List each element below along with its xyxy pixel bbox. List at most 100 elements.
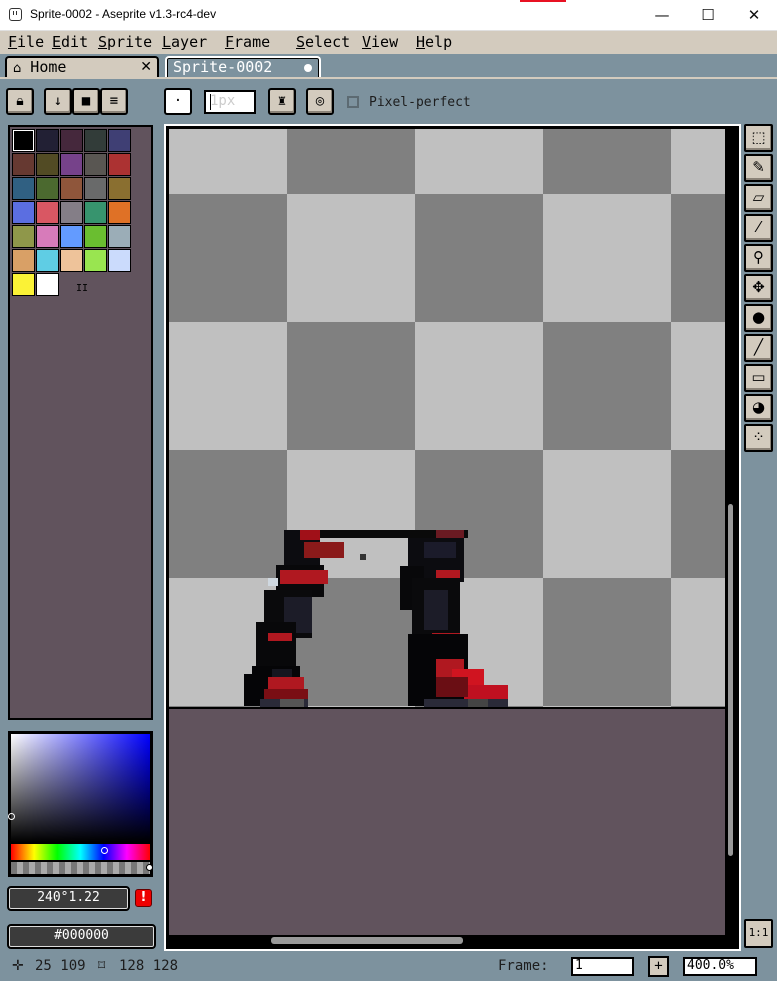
arrow-down-icon: ↓	[53, 93, 63, 109]
palette-swatch[interactable]	[60, 153, 83, 176]
palette-swatch[interactable]	[12, 249, 35, 272]
palette-swatch[interactable]	[84, 249, 107, 272]
hue-marker[interactable]	[101, 847, 108, 854]
hsv-field[interactable]: 240°1.22	[7, 886, 130, 911]
blur-tool[interactable]: ◕	[744, 394, 773, 422]
hue-slider[interactable]	[11, 844, 150, 860]
palette-swatch[interactable]	[12, 129, 35, 152]
spray-icon: ⁘	[752, 428, 765, 446]
menu-edit[interactable]: Edit	[52, 33, 88, 51]
palette-swatch[interactable]	[60, 225, 83, 248]
alpha-slider[interactable]	[11, 862, 150, 874]
palette-swatch[interactable]	[36, 249, 59, 272]
modified-dot-icon[interactable]	[304, 64, 312, 72]
magnifier-icon: ⚲	[753, 248, 764, 266]
eraser-icon: ▱	[752, 188, 765, 206]
horizontal-scrollbar[interactable]	[271, 937, 463, 944]
tab-sprite-label: Sprite-0002	[173, 58, 273, 76]
alpha-marker[interactable]	[146, 864, 153, 871]
palette-swatch[interactable]	[36, 273, 59, 296]
menu-select[interactable]: Select	[296, 33, 350, 51]
vertical-scrollbar[interactable]	[728, 504, 733, 856]
palette-swatch[interactable]	[12, 225, 35, 248]
palette-swatch[interactable]	[108, 129, 131, 152]
tab-sprite[interactable]: Sprite-0002	[165, 56, 321, 79]
palette-panel: II	[8, 125, 153, 720]
crosshair-icon: ✛	[12, 958, 24, 974]
menu-frame[interactable]: Frame	[225, 33, 270, 51]
zoom-1to1-button[interactable]: 1:1	[744, 919, 773, 948]
frame-input[interactable]: 1	[571, 957, 634, 976]
eyedropper-icon: ⁄	[757, 218, 760, 236]
palette-swatch[interactable]	[108, 201, 131, 224]
palette-swatch[interactable]	[84, 177, 107, 200]
lock-button[interactable]: 🔒︎	[6, 88, 34, 115]
zoom-input[interactable]: 400.0%	[683, 957, 757, 976]
palette-swatch[interactable]	[84, 153, 107, 176]
palette-swatch[interactable]	[84, 129, 107, 152]
palette-swatch[interactable]	[60, 201, 83, 224]
spray-tool[interactable]: ⁘	[744, 424, 773, 452]
palette-swatch[interactable]	[84, 201, 107, 224]
palette-swatch[interactable]	[36, 153, 59, 176]
palette-swatch[interactable]	[12, 153, 35, 176]
menu-help[interactable]: Help	[416, 33, 452, 51]
eyedropper-tool[interactable]: ⁄	[744, 214, 773, 242]
marquee-tool[interactable]: ⬚	[744, 124, 773, 152]
sprite-pixel-art	[244, 530, 508, 707]
tab-home-label: Home	[30, 58, 67, 76]
menu-layer[interactable]: Layer	[162, 33, 207, 51]
palette-swatch[interactable]	[12, 201, 35, 224]
rectangle-tool[interactable]: ▭	[744, 364, 773, 392]
brush-size-input[interactable]: 1px	[204, 90, 256, 114]
tab-close-icon[interactable]: ✕	[140, 58, 152, 77]
palette-swatch[interactable]	[36, 201, 59, 224]
cursor-position: 25 109	[35, 958, 86, 974]
close-button[interactable]: ✕	[731, 0, 777, 31]
tab-underline	[0, 77, 777, 79]
pencil-icon: ✎	[752, 158, 765, 176]
pencil-tool[interactable]: ✎	[744, 154, 773, 182]
minimize-button[interactable]: —	[639, 0, 685, 31]
palette-swatch[interactable]	[60, 249, 83, 272]
sprite-editor[interactable]	[164, 124, 741, 951]
palette-swatch[interactable]	[84, 225, 107, 248]
menu-view[interactable]: View	[362, 33, 398, 51]
square-button[interactable]: ■	[72, 88, 100, 115]
hex-color-field[interactable]: #000000	[7, 924, 156, 949]
menu-file[interactable]: File	[8, 33, 44, 51]
maximize-button[interactable]: ☐	[685, 0, 731, 31]
eraser-tool[interactable]: ▱	[744, 184, 773, 212]
tab-home[interactable]: ⌂ Home ✕	[5, 56, 159, 79]
brush-type-button[interactable]: ·	[164, 88, 192, 115]
palette-swatch[interactable]	[108, 153, 131, 176]
symmetry-down-button[interactable]: ↓	[44, 88, 72, 115]
saturation-value-field[interactable]	[11, 734, 150, 842]
line-tool[interactable]: ╱	[744, 334, 773, 362]
sv-marker[interactable]	[8, 813, 15, 820]
target-button[interactable]: ◎	[306, 88, 334, 115]
lock-icon: 🔒︎	[16, 93, 24, 109]
palette-swatch[interactable]	[36, 129, 59, 152]
menu-sprite[interactable]: Sprite	[98, 33, 152, 51]
move-tool[interactable]: ✥	[744, 274, 773, 302]
paint-bucket-tool[interactable]: ●	[744, 304, 773, 332]
list-button[interactable]: ≡	[100, 88, 128, 115]
sprite-canvas[interactable]	[169, 129, 725, 707]
canvas-outside-area	[169, 709, 725, 935]
palette-resize-handle[interactable]: II	[76, 283, 88, 294]
palette-swatch[interactable]	[36, 225, 59, 248]
palette-swatch[interactable]	[108, 177, 131, 200]
ink-button[interactable]: ♜	[268, 88, 296, 115]
palette-swatch[interactable]	[36, 177, 59, 200]
palette-swatch[interactable]	[12, 273, 35, 296]
palette-swatch[interactable]	[108, 249, 131, 272]
palette-swatch[interactable]	[60, 177, 83, 200]
palette-swatch[interactable]	[12, 177, 35, 200]
palette-swatch[interactable]	[60, 129, 83, 152]
pixel-perfect-checkbox[interactable]	[347, 96, 359, 108]
palette-swatch[interactable]	[108, 225, 131, 248]
add-frame-button[interactable]: +	[648, 956, 669, 977]
zoom-tool[interactable]: ⚲	[744, 244, 773, 272]
warning-icon[interactable]: !	[135, 889, 152, 907]
